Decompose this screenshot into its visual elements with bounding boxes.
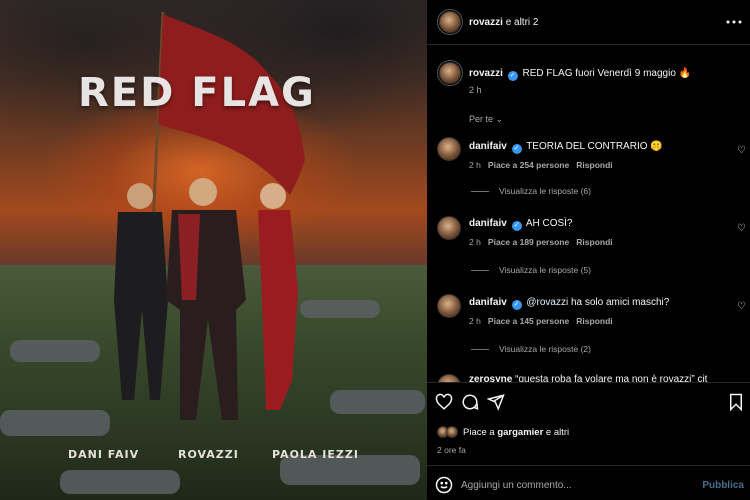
comment-meta: 2 h Piace a 189 persone Rispondi [469,237,613,247]
chevron-down-icon: ⌄ [495,114,504,124]
view-replies-button[interactable]: Visualizza le risposte (2) [499,344,591,354]
comment-icon[interactable] [461,393,479,411]
partial-comment: zerosyne “questa roba fa volare ma non è… [427,370,750,382]
caption-emoji: 🔥 [678,68,692,79]
verified-badge-icon: ✓ [511,221,522,231]
comment-text: TEORIA DEL CONTRARIO [526,141,648,152]
author-avatar[interactable] [439,11,461,33]
post-panel: rovazzi e altri 2 rovazzi ✓ RED FLAG fuo… [427,0,750,500]
comment-avatar[interactable] [437,216,461,240]
comment-text: ha solo amici maschi? [570,297,670,308]
comment-mention[interactable]: @rovazzi [526,297,568,308]
input-divider [427,465,750,466]
actions-divider [427,382,750,383]
view-replies-button[interactable]: Visualizza le risposte (6) [499,186,591,196]
comment-emoji: 🤫 [650,141,663,152]
comment-meta: 2 h Piace a 145 persone Rispondi [469,316,613,326]
comment-username[interactable]: danifaiv [469,141,507,152]
caption-avatar[interactable] [439,62,461,84]
comment-avatar[interactable] [437,137,461,161]
likes-suffix[interactable]: e altri [546,427,569,438]
header-divider [427,44,750,45]
cover-artist-1: DANI FAIV [68,448,140,461]
post-time: 2 ore fa [437,445,466,455]
post-header: rovazzi e altri 2 [427,0,750,44]
liker-avatar[interactable] [446,426,458,438]
comment-body: danifaiv ✓ AH COSÌ? [469,218,573,231]
reply-button[interactable]: Rispondi [576,160,612,170]
caption-time: 2 h [469,85,482,95]
comment-input[interactable] [461,476,691,494]
publish-button[interactable]: Pubblica [702,480,744,491]
heart-icon[interactable] [435,393,453,411]
comment-likes[interactable]: Piace a 189 persone [488,237,569,247]
comment-username[interactable]: danifaiv [469,218,507,229]
replies-line [471,270,489,271]
caption-line: rovazzi ✓ RED FLAG fuori Venerdì 9 maggi… [469,68,691,81]
verified-badge-icon: ✓ [511,144,522,154]
comment-meta: 2 h Piace a 254 persone Rispondi [469,160,613,170]
cover-artist-2: ROVAZZI [178,448,239,461]
view-replies-button[interactable]: Visualizza le risposte (5) [499,265,591,275]
caption-username[interactable]: rovazzi [469,68,503,79]
ellipsis-icon[interactable] [726,20,742,24]
replies-line [471,191,489,192]
sort-dropdown[interactable]: Per te ⌄ [469,114,503,125]
smiley-icon[interactable] [435,476,453,494]
verified-badge-icon: ✓ [507,71,518,81]
sort-label: Per te [469,114,494,124]
replies-line [471,349,489,350]
comment-likes[interactable]: Piace a 254 persone [488,160,569,170]
comment-time: 2 h [469,316,481,326]
cover-artist-3: PAOLA IEZZI [272,448,359,461]
share-icon[interactable] [487,393,505,411]
bookmark-icon[interactable] [728,393,744,411]
like-comment-heart-icon[interactable]: ♡ [737,223,746,234]
comment-time: 2 h [469,160,481,170]
like-comment-heart-icon[interactable]: ♡ [737,301,746,312]
reply-button[interactable]: Rispondi [576,316,612,326]
cover-title: RED FLAG [78,70,316,116]
author-username[interactable]: rovazzi [469,17,503,28]
comment-username[interactable]: zerosyne [469,374,512,382]
likes-user[interactable]: gargamier [497,427,543,438]
comment-body: danifaiv ✓ @rovazzi ha solo amici maschi… [469,297,669,310]
album-cover-image: RED FLAG DANI FAIV ROVAZZI PAOLA IEZZI [0,0,427,500]
author-line: rovazzi e altri 2 [469,17,538,28]
likes-line: Piace a gargamier e altri [463,427,569,438]
comment-body: zerosyne “questa roba fa volare ma non è… [469,374,707,382]
caption-text: RED FLAG fuori Venerdì 9 maggio [522,68,676,79]
author-suffix[interactable]: e altri 2 [506,17,539,28]
reply-button[interactable]: Rispondi [576,237,612,247]
comment-avatar[interactable] [437,374,461,382]
comment-body: danifaiv ✓ TEORIA DEL CONTRARIO 🤫 [469,141,663,154]
verified-badge-icon: ✓ [511,300,522,310]
like-comment-heart-icon[interactable]: ♡ [737,145,746,156]
comment-avatar[interactable] [437,294,461,318]
comment-text: AH COSÌ? [525,218,573,229]
comment-text: “questa roba fa volare ma non è rovazzi”… [515,374,708,382]
comment-username[interactable]: danifaiv [469,297,507,308]
comment-time: 2 h [469,237,481,247]
likes-prefix: Piace a [463,427,495,438]
comment-likes[interactable]: Piace a 145 persone [488,316,569,326]
